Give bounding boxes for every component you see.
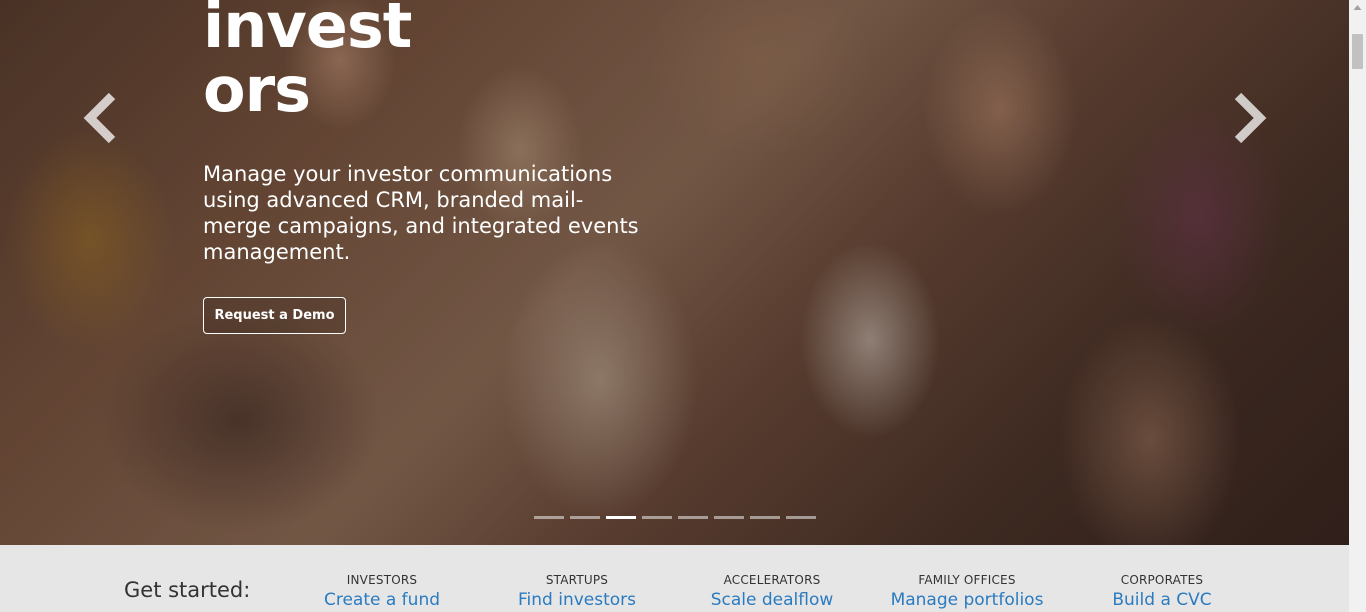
carousel-indicator-active[interactable] (606, 516, 636, 519)
carousel-indicator[interactable] (570, 516, 600, 519)
page: invest ors Manage your investor communica… (0, 0, 1366, 612)
carousel-prev-button[interactable] (82, 90, 122, 146)
get-started-label: Get started: (124, 578, 251, 602)
chevron-right-icon (1234, 92, 1267, 144)
get-started-category: CORPORATES (1120, 573, 1204, 587)
get-started-corporates[interactable]: CORPORATES Build a CVC (1067, 573, 1257, 610)
get-started-link[interactable]: Create a fund (287, 590, 477, 610)
request-demo-button[interactable]: Request a Demo (203, 297, 346, 334)
carousel-indicator[interactable] (714, 516, 744, 519)
get-started-family-offices[interactable]: FAMILY OFFICES Manage portfolios (872, 573, 1062, 610)
get-started-link[interactable]: Scale dealflow (677, 590, 867, 610)
chevron-left-icon (83, 92, 116, 144)
hero-title: invest ors (203, 0, 433, 122)
get-started-startups[interactable]: STARTUPS Find investors (482, 573, 672, 610)
carousel-indicator[interactable] (678, 516, 708, 519)
hero-title-line2: ors (203, 53, 311, 126)
carousel-indicator[interactable] (786, 516, 816, 519)
carousel-indicators (534, 516, 816, 519)
get-started-link[interactable]: Build a CVC (1067, 590, 1257, 610)
hero-description: Manage your investor communications usin… (203, 162, 639, 264)
carousel-indicator[interactable] (750, 516, 780, 519)
get-started-investors[interactable]: INVESTORS Create a fund (287, 573, 477, 610)
get-started-accelerators[interactable]: ACCELERATORS Scale dealflow (677, 573, 867, 610)
get-started-category: FAMILY OFFICES (918, 573, 1016, 587)
get-started-link[interactable]: Manage portfolios (872, 590, 1062, 610)
carousel-indicator[interactable] (534, 516, 564, 519)
vertical-scrollbar[interactable] (1349, 0, 1366, 612)
triangle-up-icon (1353, 5, 1362, 10)
carousel-next-button[interactable] (1228, 90, 1268, 146)
get-started-link[interactable]: Find investors (482, 590, 672, 610)
hero-carousel: invest ors Manage your investor communica… (0, 0, 1349, 545)
scrollbar-thumb[interactable] (1352, 34, 1363, 69)
get-started-category: ACCELERATORS (723, 573, 821, 587)
get-started-category: STARTUPS (545, 573, 609, 587)
get-started-strip: Get started: INVESTORS Create a fund STA… (0, 545, 1349, 612)
scroll-up-button[interactable] (1349, 0, 1366, 17)
carousel-indicator[interactable] (642, 516, 672, 519)
get-started-category: INVESTORS (346, 573, 418, 587)
